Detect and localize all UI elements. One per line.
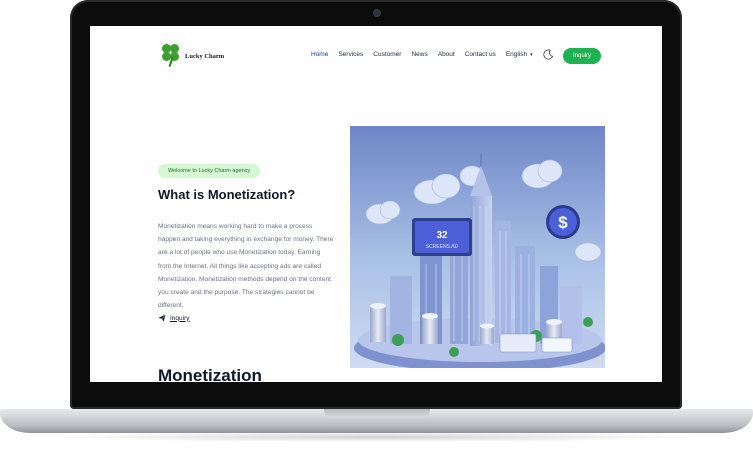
main-nav: Home Services Customer News About Contac… bbox=[311, 49, 554, 60]
laptop-shadow bbox=[40, 432, 713, 442]
nav-about[interactable]: About bbox=[438, 51, 455, 58]
nav-news[interactable]: News bbox=[411, 51, 427, 58]
inquiry-button[interactable]: Inquiry bbox=[563, 48, 601, 64]
language-selector[interactable]: English ▾ bbox=[506, 51, 533, 58]
language-label: English bbox=[505, 51, 528, 58]
webcam-icon bbox=[374, 10, 380, 16]
chevron-down-icon: ▾ bbox=[530, 51, 533, 58]
billboard-number: 32 bbox=[436, 230, 448, 241]
inquiry-link[interactable]: Inquiry bbox=[158, 314, 190, 322]
logo-text: Lucky Charm bbox=[185, 52, 225, 60]
welcome-badge: Welcome to Lucky Charm agency bbox=[158, 164, 261, 178]
hero-title: What is Monetization? bbox=[158, 187, 296, 202]
site-logo[interactable]: Lucky Charm bbox=[162, 44, 224, 68]
section-heading: Monetization bbox=[158, 366, 262, 382]
hero-description: Monetization means working hard to make … bbox=[158, 223, 334, 310]
laptop-mockup: Lucky Charm Home Services Customer News … bbox=[0, 0, 753, 450]
paper-plane-icon bbox=[158, 314, 166, 322]
billboard-text: SCREENS.AD bbox=[426, 244, 459, 250]
inquiry-link-label: Inquiry bbox=[170, 314, 190, 322]
nav-services[interactable]: Services bbox=[338, 51, 363, 58]
monetization-city-illustration: 32 SCREENS.AD $ bbox=[350, 126, 605, 368]
nav-customer[interactable]: Customer bbox=[373, 51, 401, 58]
moon-icon[interactable] bbox=[543, 49, 554, 60]
clover-icon bbox=[162, 44, 180, 68]
laptop-notch bbox=[324, 409, 430, 418]
website-screen: Lucky Charm Home Services Customer News … bbox=[90, 26, 662, 382]
nav-home[interactable]: Home bbox=[311, 51, 328, 58]
nav-contact[interactable]: Contact us bbox=[465, 51, 496, 58]
dollar-coin-icon: $ bbox=[558, 213, 568, 232]
